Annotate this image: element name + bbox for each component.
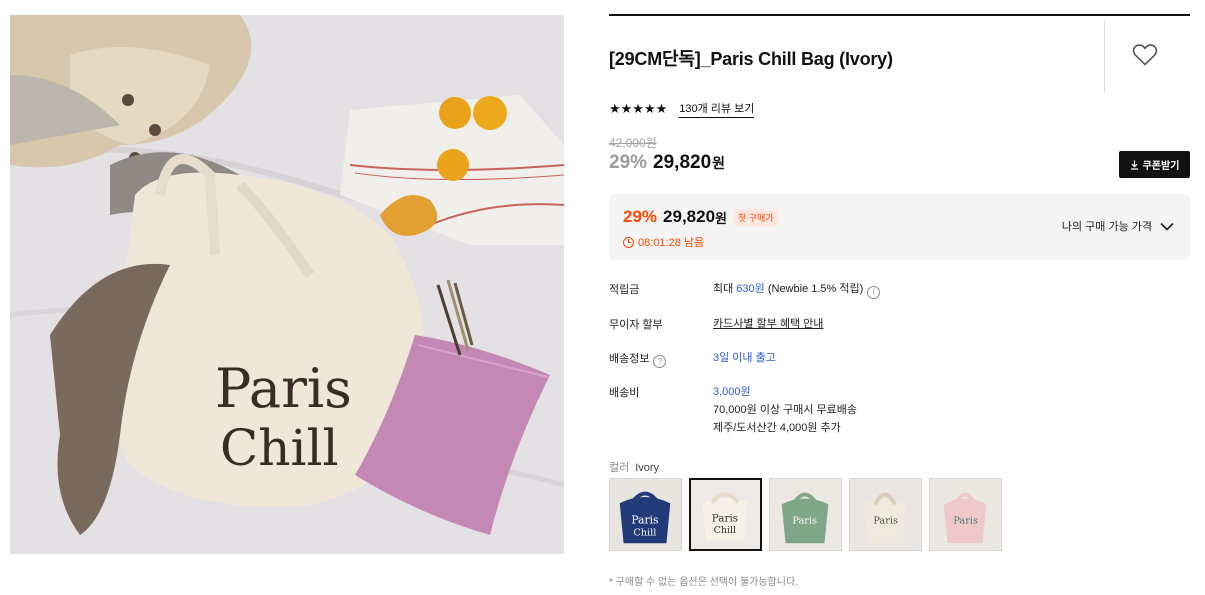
svg-text:Chill: Chill — [714, 525, 736, 536]
first-purchase-badge: 첫 구매가 — [734, 208, 778, 226]
swatch-beige[interactable]: Paris — [849, 478, 922, 551]
heart-icon — [1132, 44, 1158, 66]
original-price: 42,000원 — [609, 136, 657, 150]
rating-row: ★★★★★ 130개 리뷰 보기 — [609, 100, 755, 118]
svg-text:Paris: Paris — [953, 516, 978, 527]
sale-price-unit: 원 — [712, 155, 726, 171]
chevron-down-icon — [1160, 222, 1174, 231]
product-main-image: Paris Chill — [10, 15, 564, 554]
info-icon[interactable]: i — [867, 285, 881, 299]
product-title: [29CM단독]_Paris Chill Bag (Ivory) — [609, 49, 893, 69]
wishlist-divider — [1104, 20, 1105, 93]
svg-text:Paris: Paris — [712, 513, 738, 525]
price-row: 29% 29,820 원 — [609, 152, 725, 174]
option-footnote: * 구매할 수 없는 옵션은 선택이 불가능합니다. — [609, 577, 798, 588]
swatch-pink[interactable]: Paris — [929, 478, 1002, 551]
svg-text:Paris: Paris — [792, 516, 817, 527]
sale-price: 29,820 — [653, 152, 712, 173]
selected-color: Ivory — [635, 462, 660, 474]
points-label: 적립금 — [609, 284, 640, 296]
star-rating: ★★★★★ — [609, 101, 668, 116]
shipping-fee-value: 3,000원 — [713, 386, 751, 398]
title-row: [29CM단독]_Paris Chill Bag (Ivory) — [609, 16, 1190, 93]
points-value: 최대 630원 (Newbie 1.5% 적립) i — [713, 280, 881, 299]
shipping-info-value: 3일 이내 출고 — [713, 352, 776, 364]
promo-discount: 29% — [623, 207, 658, 226]
timer-text: 08:01:28 남음 — [638, 237, 705, 249]
shipping-fee-label: 배송비 — [609, 387, 640, 399]
coupon-label: 쿠폰받기 — [1142, 161, 1180, 172]
promo-price-line: 29% 29,820 원 첫 구매가 — [623, 207, 778, 227]
discount-rate: 29% — [609, 152, 648, 173]
color-label: 컬러 Ivory — [609, 459, 659, 475]
promo-price: 29,820 — [663, 207, 716, 226]
swatch-navy[interactable]: Paris Chill — [609, 478, 682, 551]
free-shipping-note: 70,000원 이상 구매시 무료배송 — [713, 404, 858, 416]
my-price-label: 나의 구매 가능 가격 — [1061, 221, 1152, 233]
installment-label: 무이자 할부 — [609, 319, 663, 331]
my-price-toggle[interactable]: 나의 구매 가능 가격 — [1062, 218, 1174, 234]
remote-area-note: 제주/도서산간 4,000원 추가 — [713, 422, 841, 434]
shipping-info-text: 배송정보 — [609, 353, 650, 365]
installment-link[interactable]: 카드사별 할부 혜택 안내 — [713, 315, 823, 333]
svg-text:Paris: Paris — [873, 516, 898, 527]
shipping-fee-block: 3,000원 70,000원 이상 구매시 무료배송 제주/도서산간 4,000… — [713, 383, 857, 437]
points-amount: 630원 — [736, 283, 765, 295]
svg-text:Chill: Chill — [633, 527, 656, 538]
bag-print-line2: Chill — [220, 419, 338, 477]
first-purchase-price-box[interactable]: 29% 29,820 원 첫 구매가 08:01:28 남음 나의 구매 가능 … — [609, 194, 1190, 260]
clock-icon — [623, 236, 634, 248]
question-icon[interactable]: ? — [653, 355, 667, 368]
points-suffix: (Newbie 1.5% 적립) — [764, 283, 864, 295]
bag-print-line1: Paris — [215, 357, 352, 420]
promo-timer: 08:01:28 남음 — [623, 234, 704, 250]
download-icon — [1130, 160, 1138, 170]
swatch-ivory[interactable]: Paris Chill — [689, 478, 762, 551]
svg-text:Paris: Paris — [631, 514, 658, 527]
color-label-text: 컬러 — [609, 462, 630, 474]
coupon-button[interactable]: 쿠폰받기 — [1119, 151, 1190, 178]
color-swatches: Paris Chill Paris Chill Paris Paris Paris — [609, 478, 1002, 551]
promo-price-unit: 원 — [715, 210, 727, 226]
points-prefix: 최대 — [713, 283, 737, 295]
wishlist-button[interactable] — [1132, 43, 1162, 69]
shipping-info-label: 배송정보? — [609, 350, 667, 368]
swatch-green[interactable]: Paris — [769, 478, 842, 551]
product-info-panel: [29CM단독]_Paris Chill Bag (Ivory) ★★★★★ 1… — [609, 14, 1190, 588]
review-link[interactable]: 130개 리뷰 보기 — [679, 100, 755, 118]
